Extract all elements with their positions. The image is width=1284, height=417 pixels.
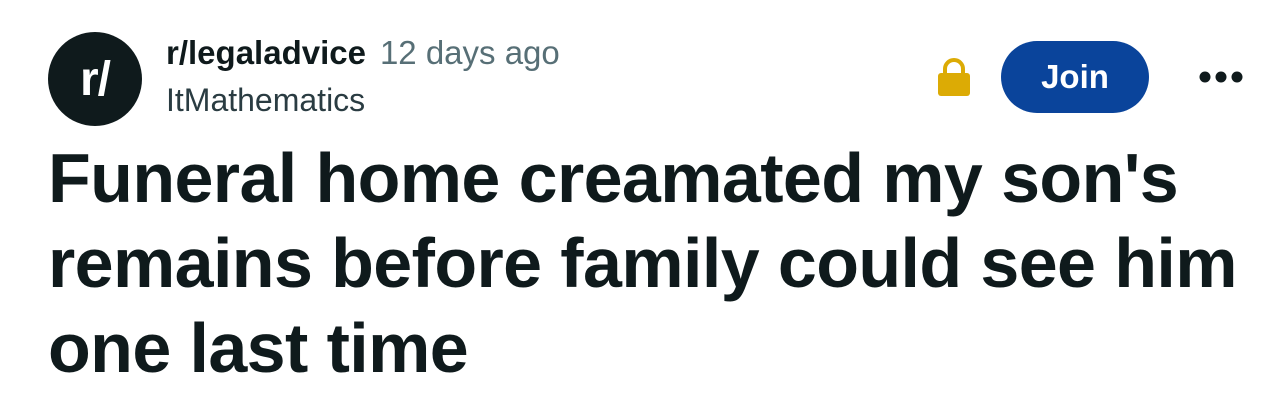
post-title[interactable]: Funeral home creamated my son's remains … [48,136,1248,391]
post-timestamp: 12 days ago [379,34,560,71]
join-button[interactable]: Join [1001,41,1149,113]
author-link[interactable]: ItMathematics [166,82,560,119]
subreddit-avatar[interactable]: r/ [48,32,142,126]
post-meta-line: r/legaladvice 12 days ago [166,34,560,78]
lock-icon [936,57,972,97]
post-meta: r/legaladvice 12 days ago ItMathematics [166,34,560,119]
post-header: r/ r/legaladvice 12 days ago ItMathemati… [48,30,1244,126]
more-options-icon[interactable] [1198,60,1244,94]
subreddit-link[interactable]: r/legaladvice [166,34,366,72]
